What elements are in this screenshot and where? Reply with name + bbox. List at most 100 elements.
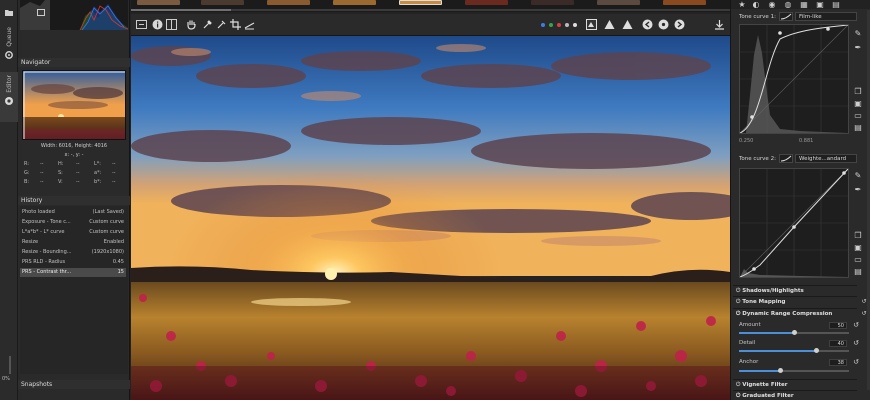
- vignette-row[interactable]: ⏻ Vignette Filter: [733, 379, 857, 390]
- exposure-tab-icon[interactable]: ◐: [751, 0, 761, 9]
- tone-curve-2-mode-select[interactable]: Weighte...andard: [795, 154, 857, 163]
- tool-tabs: ★ ◐ ◉ ◍ ▦ ▣ ▤: [731, 0, 870, 9]
- red-channel-dot[interactable]: [557, 23, 561, 27]
- shadows-highlights-row[interactable]: ⏻ Shadows/Highlights: [733, 285, 857, 296]
- label-h: H:: [58, 161, 64, 167]
- curve-2-paste-icon[interactable]: ▣: [853, 242, 863, 252]
- anchor-knob[interactable]: [778, 368, 784, 373]
- detail-slider[interactable]: [739, 348, 849, 353]
- queue-tab-label: Queue: [5, 27, 13, 47]
- favorites-tab-icon[interactable]: ★: [737, 0, 747, 9]
- luminance-dot[interactable]: [565, 23, 569, 27]
- anchor-label: Anchor: [739, 359, 759, 365]
- thumbnail[interactable]: [531, 0, 574, 5]
- shadow-clip-icon[interactable]: [603, 18, 616, 31]
- curve-paste-icon[interactable]: ▣: [853, 98, 863, 108]
- drc-row[interactable]: ⏻ Dynamic Range Compression: [733, 308, 857, 319]
- amount-reset-icon[interactable]: ↺: [851, 320, 861, 330]
- green-channel-dot[interactable]: [549, 23, 553, 27]
- histogram-toggle-icon[interactable]: [37, 9, 45, 16]
- curve-copy-icon[interactable]: ❐: [853, 86, 863, 96]
- highlight-clip-icon[interactable]: [621, 18, 634, 31]
- hide-toolbars-icon[interactable]: [713, 18, 726, 31]
- curve-pick-icon[interactable]: ✒: [853, 42, 863, 52]
- label-s: S:: [58, 170, 63, 176]
- thumbnail[interactable]: [267, 0, 310, 5]
- amount-knob[interactable]: [791, 330, 797, 335]
- thumbnail[interactable]: [663, 0, 706, 5]
- thumbnail[interactable]: [597, 0, 640, 5]
- thumbnail[interactable]: [333, 0, 376, 5]
- tone-curve-1-editor[interactable]: [739, 24, 849, 134]
- history-row[interactable]: Exposure - Tone c... Custom curve: [20, 218, 126, 227]
- file-browser-tab[interactable]: [0, 8, 18, 17]
- graduated-row[interactable]: ⏻ Graduated Filter: [733, 390, 857, 400]
- power-icon[interactable]: ⏻: [736, 299, 740, 305]
- color-picker-icon[interactable]: [201, 18, 214, 31]
- focus-mask-icon[interactable]: [585, 18, 598, 31]
- previous-image-icon[interactable]: [641, 18, 654, 31]
- curve-type-2-icon[interactable]: [779, 154, 793, 163]
- raw-tab-icon[interactable]: ▤: [831, 0, 841, 9]
- curve-type-1-icon[interactable]: [779, 12, 793, 21]
- before-after-icon[interactable]: [165, 18, 178, 31]
- curve-2-copy-icon[interactable]: ❐: [853, 230, 863, 240]
- straighten-icon[interactable]: [243, 18, 256, 31]
- curve-2-open-icon[interactable]: ▭: [853, 254, 863, 264]
- focus-mask-dot[interactable]: [573, 23, 577, 27]
- thumbnail[interactable]: [201, 0, 244, 5]
- sync-image-icon[interactable]: [657, 18, 670, 31]
- tone-mapping-row[interactable]: ⏻ Tone Mapping: [733, 296, 857, 307]
- curve-2-pick-icon[interactable]: ✒: [853, 184, 863, 194]
- thumbnail[interactable]: [137, 0, 180, 5]
- curve-open-icon[interactable]: ▭: [853, 110, 863, 120]
- crop-icon[interactable]: [229, 18, 242, 31]
- history-back-icon[interactable]: [135, 18, 148, 31]
- detail-value[interactable]: 40: [829, 340, 847, 347]
- color-tab-icon[interactable]: ◍: [783, 0, 793, 9]
- detail-reset-icon[interactable]: ↺: [851, 338, 861, 348]
- transform-tab-icon[interactable]: ▣: [815, 0, 825, 9]
- amount-slider[interactable]: [739, 330, 849, 335]
- tone-curve-1-readout-out: 0.881: [799, 138, 814, 144]
- history-row[interactable]: Resize Enabled: [20, 238, 126, 247]
- history-row[interactable]: Photo loaded (Last Saved): [20, 208, 126, 217]
- curve-edit-point-icon[interactable]: ✎: [853, 28, 863, 38]
- wavelet-tab-icon[interactable]: ▦: [799, 0, 809, 9]
- queue-tab[interactable]: Queue: [0, 24, 18, 60]
- power-icon[interactable]: ⏻: [736, 382, 740, 388]
- power-icon[interactable]: ⏻: [736, 311, 740, 317]
- info-icon[interactable]: [151, 18, 164, 31]
- amount-label: Amount: [739, 322, 761, 328]
- main-image-preview[interactable]: [131, 36, 730, 400]
- history-row[interactable]: L*a*b* - L* curve Custom curve: [20, 228, 126, 237]
- anchor-slider[interactable]: [739, 368, 849, 373]
- tone-curve-1-mode-select[interactable]: Film-like: [795, 12, 857, 21]
- hand-icon[interactable]: [185, 18, 198, 31]
- next-image-icon[interactable]: [673, 18, 686, 31]
- zoom-percent: 0%: [2, 376, 10, 382]
- anchor-value[interactable]: 38: [829, 359, 847, 366]
- amount-value[interactable]: 50: [829, 322, 847, 329]
- detail-tab-icon[interactable]: ◉: [767, 0, 777, 9]
- power-icon[interactable]: ⏻: [736, 393, 740, 399]
- editor-tab[interactable]: Editor: [0, 72, 18, 122]
- editor-toolbar: [131, 14, 730, 36]
- curve-save-icon[interactable]: ▤: [853, 122, 863, 132]
- detail-knob[interactable]: [813, 348, 819, 353]
- history-row[interactable]: PRS - Contrast thr... 15: [20, 268, 126, 277]
- white-balance-icon[interactable]: [215, 18, 228, 31]
- blue-channel-dot[interactable]: [541, 23, 545, 27]
- thumbnail[interactable]: [465, 0, 508, 5]
- vertical-scrollbar[interactable]: [9, 356, 11, 374]
- anchor-reset-icon[interactable]: ↺: [851, 357, 861, 367]
- history-row[interactable]: Resize - Bounding... (1920x1080): [20, 248, 126, 257]
- navigator-preview[interactable]: [22, 70, 126, 140]
- curve-2-save-icon[interactable]: ▤: [853, 266, 863, 276]
- tone-curve-2-editor[interactable]: [739, 168, 849, 278]
- thumbnail-selected[interactable]: [399, 0, 442, 5]
- history-row[interactable]: PRS RLD - Radius 0.45: [20, 258, 126, 267]
- filmstrip-scroll-thumb[interactable]: [131, 9, 231, 11]
- curve-2-edit-point-icon[interactable]: ✎: [853, 170, 863, 180]
- power-icon[interactable]: ⏻: [736, 288, 740, 294]
